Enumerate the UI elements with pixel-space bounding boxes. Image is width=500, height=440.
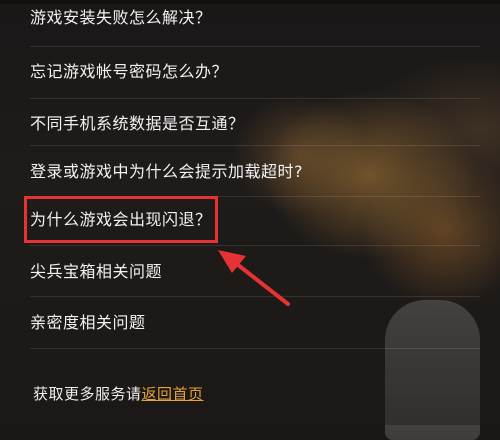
annotation-arrow-icon — [218, 250, 290, 306]
